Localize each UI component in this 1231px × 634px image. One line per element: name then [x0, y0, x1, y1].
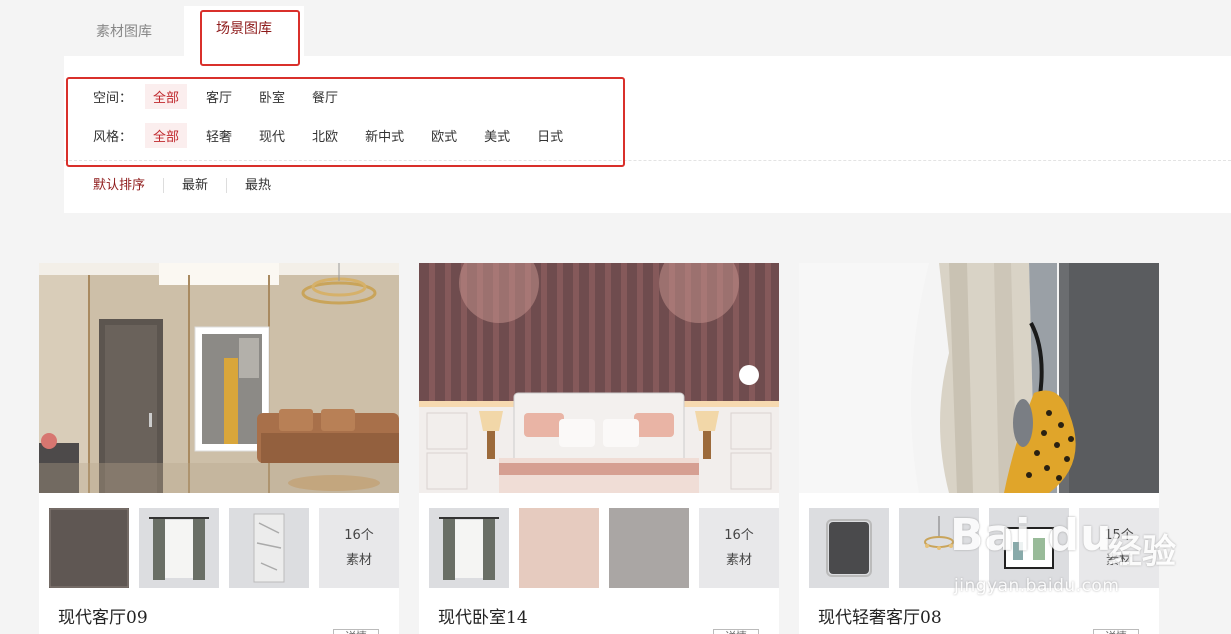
- space-option-all[interactable]: 全部: [145, 84, 188, 109]
- space-option-living-room[interactable]: 客厅: [198, 84, 240, 109]
- detail-button[interactable]: 详情: [333, 629, 379, 634]
- style-option-japanese[interactable]: 日式: [529, 123, 571, 148]
- material-thumbnails: 15个 素材: [809, 508, 1159, 588]
- material-thumb[interactable]: [429, 508, 509, 588]
- more-materials[interactable]: 16个 素材: [699, 508, 779, 588]
- material-thumbnails: 16个 素材: [49, 508, 399, 588]
- more-materials[interactable]: 15个 素材: [1079, 508, 1159, 588]
- material-thumb[interactable]: [229, 508, 309, 588]
- scene-image[interactable]: [419, 263, 779, 493]
- scene-card[interactable]: 15个 素材 现代轻奢客厅08 详情: [799, 263, 1159, 634]
- scene-title[interactable]: 现代客厅09: [58, 603, 148, 628]
- page: 素材图库 场景图库 空间： 全部 客厅 卧室 餐厅 风格： 全部 轻奢 现代 北…: [0, 0, 1231, 634]
- material-thumb[interactable]: [609, 508, 689, 588]
- more-materials[interactable]: 16个 素材: [319, 508, 399, 588]
- scene-image[interactable]: [799, 263, 1159, 493]
- material-thumb[interactable]: [809, 508, 889, 588]
- style-option-american[interactable]: 美式: [476, 123, 518, 148]
- style-option-european[interactable]: 欧式: [423, 123, 465, 148]
- sort-newest[interactable]: 最新: [163, 178, 226, 193]
- style-option-nordic[interactable]: 北欧: [304, 123, 346, 148]
- scene-title[interactable]: 现代轻奢客厅08: [818, 603, 942, 628]
- scene-title[interactable]: 现代卧室14: [438, 603, 528, 628]
- style-option-light-luxury[interactable]: 轻奢: [198, 123, 240, 148]
- sort-default[interactable]: 默认排序: [93, 178, 163, 193]
- material-thumb[interactable]: [139, 508, 219, 588]
- material-thumb[interactable]: [49, 508, 129, 588]
- tab-scene-gallery[interactable]: 场景图库: [184, 6, 304, 56]
- space-filter-row: 空间： 全部 客厅 卧室 餐厅: [93, 84, 357, 109]
- material-thumb[interactable]: [899, 508, 979, 588]
- style-filter-row: 风格： 全部 轻奢 现代 北欧 新中式 欧式 美式 日式: [93, 123, 582, 148]
- detail-button[interactable]: 详情: [713, 629, 759, 634]
- space-option-bedroom[interactable]: 卧室: [251, 84, 293, 109]
- filter-divider: [64, 160, 1231, 161]
- gallery-tabs: 素材图库 场景图库: [64, 6, 304, 56]
- material-thumb[interactable]: [519, 508, 599, 588]
- style-filter-label: 风格：: [93, 130, 133, 145]
- material-thumbnails: 16个 素材: [429, 508, 779, 588]
- scene-image[interactable]: [39, 263, 399, 493]
- scene-card[interactable]: 16个 素材 现代卧室14 详情: [419, 263, 779, 634]
- material-thumb[interactable]: [989, 508, 1069, 588]
- style-option-all[interactable]: 全部: [145, 123, 188, 148]
- detail-button[interactable]: 详情: [1093, 629, 1139, 634]
- scene-card[interactable]: 16个 素材 现代客厅09 详情: [39, 263, 399, 634]
- sort-hottest[interactable]: 最热: [226, 178, 289, 193]
- filter-panel: 空间： 全部 客厅 卧室 餐厅 风格： 全部 轻奢 现代 北欧 新中式 欧式 美…: [64, 56, 1231, 213]
- style-option-new-chinese[interactable]: 新中式: [357, 123, 412, 148]
- sort-bar: 默认排序 最新 最热: [93, 178, 289, 193]
- space-filter-label: 空间：: [93, 91, 133, 106]
- tab-material-gallery[interactable]: 素材图库: [64, 6, 184, 56]
- space-option-dining-room[interactable]: 餐厅: [304, 84, 346, 109]
- style-option-modern[interactable]: 现代: [251, 123, 293, 148]
